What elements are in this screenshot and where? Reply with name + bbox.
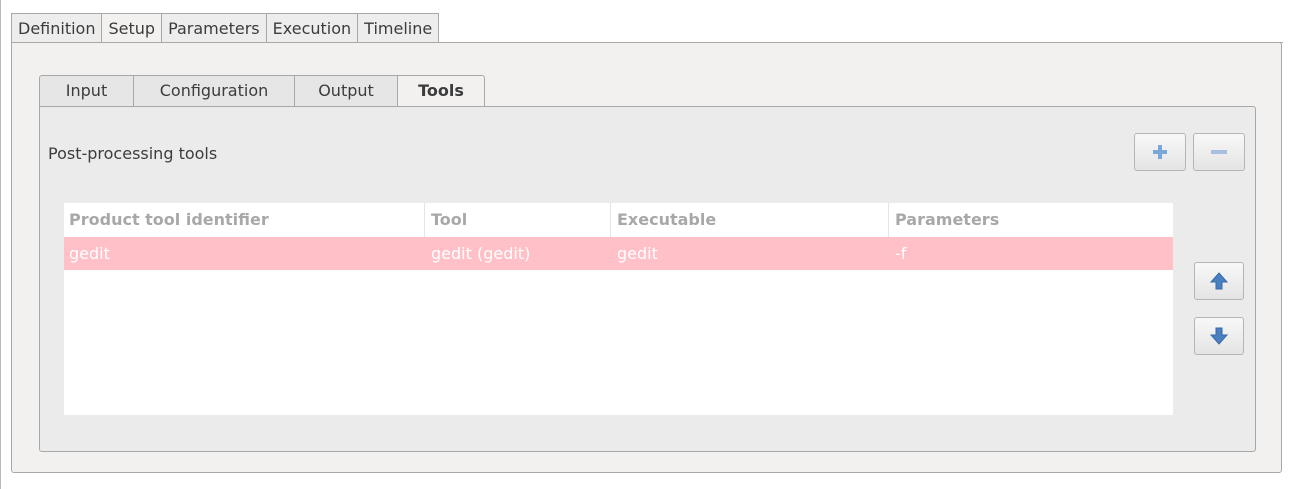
outer-tab-bar: Definition Setup Parameters Execution Ti… xyxy=(11,13,440,43)
tools-table[interactable]: Product tool identifier Tool Executable … xyxy=(64,203,1173,415)
move-up-button[interactable] xyxy=(1194,262,1244,300)
plus-icon xyxy=(1153,145,1167,159)
table-row[interactable]: gedit gedit (gedit) gedit -f xyxy=(64,237,1173,270)
arrow-up-icon xyxy=(1210,272,1228,290)
inner-tab-bar: Input Configuration Output Tools xyxy=(39,75,485,107)
column-header-executable[interactable]: Executable xyxy=(612,203,889,237)
move-down-button[interactable] xyxy=(1194,317,1244,355)
tab-definition[interactable]: Definition xyxy=(11,13,102,43)
section-label: Post-processing tools xyxy=(48,144,218,163)
tab-output[interactable]: Output xyxy=(294,75,397,107)
cell-tool: gedit (gedit) xyxy=(431,244,531,263)
tab-parameters[interactable]: Parameters xyxy=(161,13,266,43)
tab-input[interactable]: Input xyxy=(39,75,133,107)
tab-setup[interactable]: Setup xyxy=(101,13,162,43)
column-header-tool[interactable]: Tool xyxy=(426,203,611,237)
cell-executable: gedit xyxy=(617,244,658,263)
cell-parameters: -f xyxy=(895,244,907,263)
tab-execution[interactable]: Execution xyxy=(265,13,358,43)
column-header-identifier[interactable]: Product tool identifier xyxy=(64,203,425,237)
cell-identifier: gedit xyxy=(69,244,110,263)
minus-icon xyxy=(1211,150,1227,154)
tab-configuration[interactable]: Configuration xyxy=(133,75,294,107)
arrow-down-icon xyxy=(1210,327,1228,345)
add-tool-button[interactable] xyxy=(1134,133,1186,171)
table-header: Product tool identifier Tool Executable … xyxy=(64,203,1173,237)
tab-timeline[interactable]: Timeline xyxy=(357,13,440,43)
tab-tools[interactable]: Tools xyxy=(397,75,485,107)
window-edge xyxy=(0,0,1,489)
column-header-parameters[interactable]: Parameters xyxy=(890,203,1173,237)
remove-tool-button[interactable] xyxy=(1193,133,1245,171)
